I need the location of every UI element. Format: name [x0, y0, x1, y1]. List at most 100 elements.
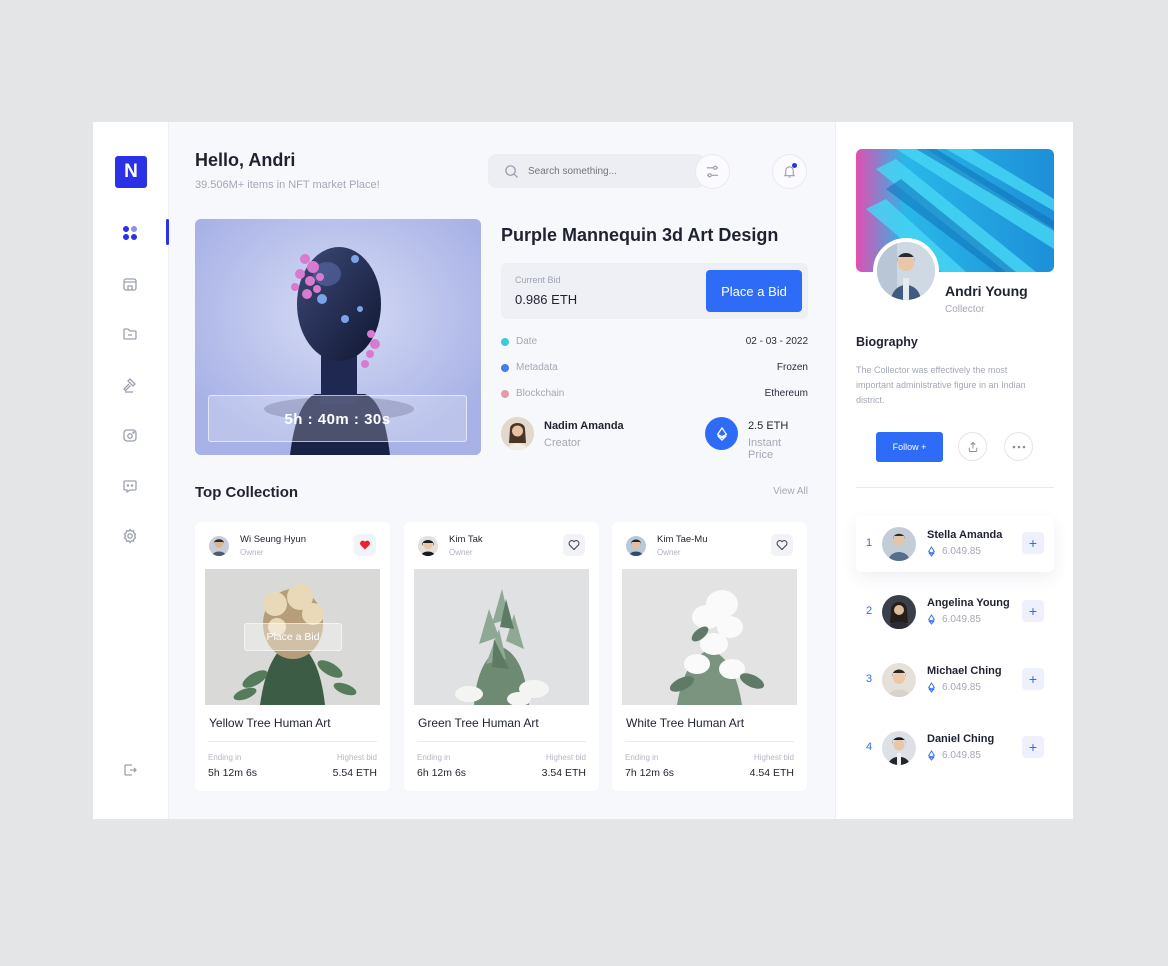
like-button[interactable]	[563, 534, 585, 556]
profile-panel: Andri Young Collector Biography The Coll…	[835, 122, 1073, 819]
settings-icon[interactable]	[121, 527, 139, 545]
ending-value: 5h 12m 6s	[208, 767, 258, 779]
current-bid-box: Current Bid 0.986 ETH Place a Bid	[501, 263, 808, 319]
biography-text: The Collector was effectively the most i…	[856, 365, 1026, 405]
add-button[interactable]: +	[1022, 600, 1044, 622]
collection-card[interactable]: Kim Tak Owner Green Tree Human Art Endin…	[404, 522, 599, 791]
ranking-avatar[interactable]	[882, 731, 916, 765]
follow-button[interactable]: Follow +	[876, 432, 943, 462]
ranking-name: Stella Amanda	[927, 529, 1003, 541]
app-window: N Hello, Andri 39.506M+ items in NFT mar	[93, 122, 1073, 819]
owner-avatar[interactable]	[626, 536, 646, 556]
owner-role: Owner	[449, 548, 473, 557]
artwork-name: Yellow Tree Human Art	[209, 716, 331, 730]
profile-avatar[interactable]	[873, 238, 939, 304]
owner-role: Owner	[657, 548, 681, 557]
ranking-row[interactable]: 2 Angelina Young 6.049.85 +	[856, 584, 1054, 640]
add-button[interactable]: +	[1022, 668, 1044, 690]
card-divider	[208, 741, 377, 742]
search-input[interactable]	[528, 165, 698, 177]
add-button[interactable]: +	[1022, 532, 1044, 554]
dashboard-icon[interactable]	[121, 224, 139, 242]
ethereum-icon	[928, 750, 935, 761]
collection-card[interactable]: Wi Seung Hyun Owner Place a Bid Yellow T…	[195, 522, 390, 791]
place-bid-button[interactable]: Place a Bid	[706, 270, 802, 312]
artwork-name: Green Tree Human Art	[418, 716, 539, 730]
ethereum-icon	[928, 682, 935, 693]
page-subtitle: 39.506M+ items in NFT market Place!	[195, 179, 380, 191]
highest-bid-label: Highest bid	[753, 753, 794, 762]
ranking-value: 6.049.85	[942, 546, 981, 557]
page-title: Hello, Andri	[195, 150, 296, 170]
ranking-avatar[interactable]	[882, 663, 916, 697]
rank-number: 2	[866, 605, 873, 617]
profile-role: Collector	[945, 304, 985, 315]
like-button[interactable]	[354, 534, 376, 556]
creator-name: Nadim Amanda	[544, 420, 624, 432]
ranking-row[interactable]: 4 Daniel Ching 6.049.85 +	[856, 720, 1054, 776]
highest-bid-value: 4.54 ETH	[749, 767, 794, 779]
heart-outline-icon	[568, 540, 580, 551]
metadata-dot	[501, 364, 509, 372]
profile-name: Andri Young	[945, 283, 1028, 299]
add-button[interactable]: +	[1022, 736, 1044, 758]
ending-label: Ending in	[625, 753, 659, 762]
ranking-row[interactable]: 1 Stella Amanda 6.049.85 +	[856, 516, 1054, 572]
place-bid-overlay-button[interactable]: Place a Bid	[244, 623, 342, 651]
like-button[interactable]	[771, 534, 793, 556]
auction-hammer-icon[interactable]	[121, 376, 139, 394]
artwork-image[interactable]: Place a Bid	[205, 569, 380, 705]
highest-bid-value: 5.54 ETH	[332, 767, 377, 779]
panel-divider	[856, 487, 1054, 488]
logout-icon[interactable]	[121, 761, 139, 779]
ranking-avatar[interactable]	[882, 595, 916, 629]
ending-value: 7h 12m 6s	[625, 767, 675, 779]
blockchain-dot	[501, 390, 509, 398]
app-logo[interactable]: N	[115, 156, 147, 188]
creator-avatar[interactable]	[501, 417, 534, 450]
collection-card[interactable]: Kim Tae-Mu Owner White Tree Human Art En…	[612, 522, 807, 791]
share-icon	[968, 441, 977, 452]
date-label: Date	[516, 336, 538, 347]
artwork-title: Purple Mannequin 3d Art Design	[501, 225, 779, 245]
metadata-label: Metadata	[516, 362, 558, 373]
heart-outline-icon	[776, 540, 788, 551]
creator-info: Nadim Amanda Creator 2.5 ETH Instant Pri…	[501, 416, 808, 461]
artwork-name: White Tree Human Art	[626, 716, 745, 730]
owner-role: Owner	[240, 548, 264, 557]
instant-price-label: Instant Price	[748, 437, 782, 461]
share-button[interactable]	[958, 432, 987, 461]
ranking-name: Michael Ching	[927, 665, 1002, 677]
meta-row-metadata: Metadata Frozen	[501, 362, 808, 376]
ending-label: Ending in	[417, 753, 451, 762]
owner-avatar[interactable]	[209, 536, 229, 556]
sidebar: N	[93, 122, 169, 819]
view-all-link[interactable]: View All	[773, 486, 808, 497]
notification-button[interactable]	[772, 154, 807, 189]
more-options-button[interactable]	[1004, 432, 1033, 461]
ranking-row[interactable]: 3 Michael Ching 6.049.85 +	[856, 652, 1054, 708]
filter-button[interactable]	[695, 154, 730, 189]
chat-icon[interactable]	[121, 477, 139, 495]
ranking-value: 6.049.85	[942, 750, 981, 761]
ethereum-icon	[928, 614, 935, 625]
wallet-icon[interactable]	[121, 426, 139, 444]
meta-row-blockchain: Blockchain Ethereum	[501, 388, 808, 402]
store-icon[interactable]	[121, 275, 139, 293]
search-bar[interactable]	[488, 154, 705, 188]
highest-bid-label: Highest bid	[545, 753, 586, 762]
card-divider	[417, 741, 586, 742]
metadata-value: Frozen	[776, 362, 808, 373]
auction-timer: 5h : 40m : 30s	[208, 395, 467, 442]
featured-artwork-image[interactable]: 5h : 40m : 30s	[195, 219, 481, 455]
ranking-avatar[interactable]	[882, 527, 916, 561]
folder-icon[interactable]	[121, 325, 139, 343]
instant-price-value: 2.5 ETH	[748, 420, 789, 432]
artwork-image[interactable]	[622, 569, 797, 705]
blockchain-label: Blockchain	[516, 388, 565, 399]
artwork-image[interactable]	[414, 569, 589, 705]
owner-avatar[interactable]	[418, 536, 438, 556]
more-dots-icon	[1012, 445, 1025, 448]
highest-bid-label: Highest bid	[336, 753, 377, 762]
current-bid-label: Current Bid	[515, 275, 561, 285]
